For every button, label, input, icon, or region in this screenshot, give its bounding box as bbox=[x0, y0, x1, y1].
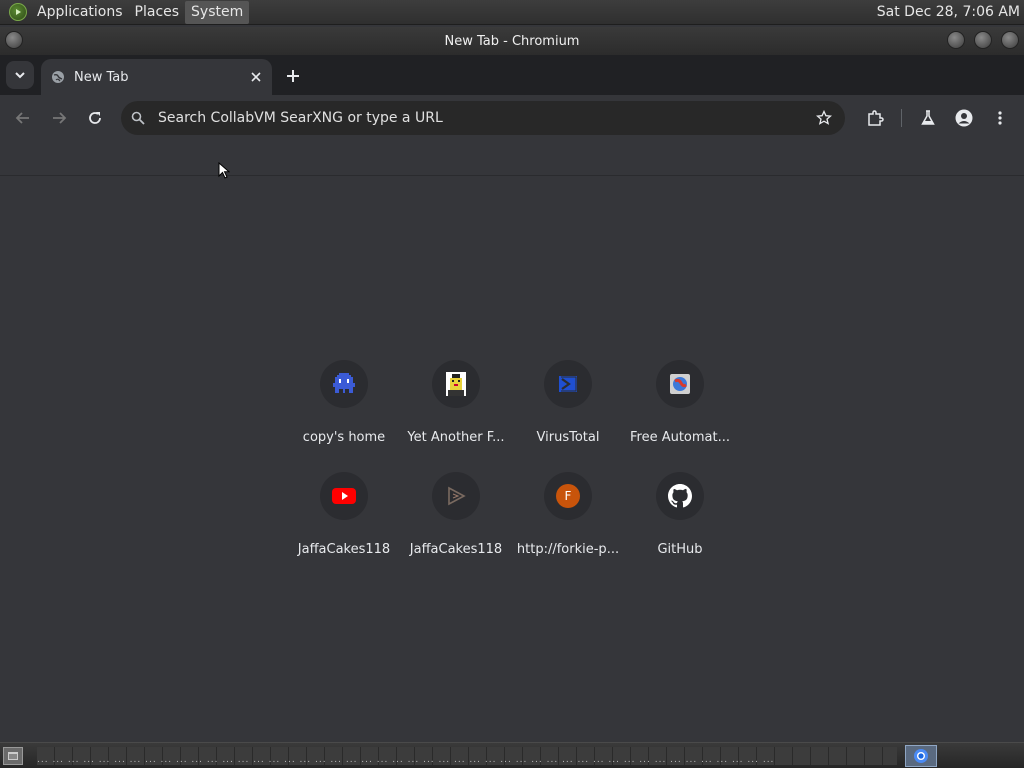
window-titlebar[interactable]: New Tab - Chromium bbox=[0, 27, 1024, 55]
panel-clock[interactable]: Sat Dec 28, 7:06 AM bbox=[877, 4, 1020, 20]
kebab-menu-icon bbox=[998, 111, 1002, 125]
search-icon bbox=[130, 110, 146, 126]
shortcut-label: GitHub bbox=[657, 542, 703, 557]
omnibox-placeholder: Search CollabVM SearXNG or type a URL bbox=[158, 110, 443, 126]
labs-button[interactable] bbox=[914, 104, 942, 132]
taskbar-chromium-button[interactable] bbox=[905, 744, 937, 767]
tab-strip: New Tab bbox=[0, 55, 1024, 95]
shortcut-label: JaffaCakes118 bbox=[409, 542, 503, 557]
shortcut-tile[interactable]: VirusTotal bbox=[512, 352, 624, 464]
tab-new-tab[interactable]: New Tab bbox=[41, 59, 272, 95]
minimize-icon[interactable] bbox=[947, 31, 965, 49]
mouse-cursor-icon bbox=[218, 162, 230, 179]
shortcut-tile[interactable]: JaffaCakes118 bbox=[288, 464, 400, 576]
pixel-monster-icon bbox=[320, 360, 368, 408]
close-tab-icon[interactable] bbox=[247, 68, 265, 86]
shortcut-tile[interactable]: Free Automat... bbox=[624, 352, 736, 464]
bookmark-star-icon[interactable] bbox=[814, 108, 834, 128]
tab-title: New Tab bbox=[74, 69, 129, 85]
puzzle-icon bbox=[868, 110, 884, 126]
maximize-icon[interactable] bbox=[974, 31, 992, 49]
pixel-character-icon bbox=[432, 360, 480, 408]
flask-icon bbox=[921, 110, 935, 125]
plus-icon bbox=[287, 70, 299, 82]
places-menu[interactable]: Places bbox=[129, 1, 186, 24]
shortcut-label: http://forkie-p... bbox=[516, 542, 620, 557]
youtube-icon bbox=[320, 472, 368, 520]
globe-favicon-icon bbox=[656, 360, 704, 408]
new-tab-button[interactable] bbox=[282, 65, 304, 87]
window-menu-icon[interactable] bbox=[5, 31, 23, 49]
arrow-left-icon bbox=[15, 112, 29, 124]
shortcut-label: VirusTotal bbox=[536, 430, 600, 445]
shortcut-label: copy's home bbox=[302, 430, 386, 445]
workspace-switcher[interactable]: ... ... ... ... ... ... ... ... ... ... … bbox=[37, 746, 897, 765]
back-button[interactable] bbox=[9, 104, 37, 132]
applications-menu[interactable]: Applications bbox=[31, 1, 129, 24]
chevron-down-icon bbox=[15, 72, 25, 79]
window-title: New Tab - Chromium bbox=[444, 33, 580, 49]
play-triangle-icon bbox=[432, 472, 480, 520]
letter-avatar: F bbox=[556, 484, 580, 508]
shortcut-tile[interactable]: GitHub bbox=[624, 464, 736, 576]
github-icon bbox=[656, 472, 704, 520]
mint-logo-icon[interactable] bbox=[9, 3, 27, 21]
shortcut-tile[interactable]: copy's home bbox=[288, 352, 400, 464]
profile-button[interactable] bbox=[950, 104, 978, 132]
toolbar-spacer bbox=[0, 141, 1024, 176]
menu-button[interactable] bbox=[986, 104, 1014, 132]
shortcut-tile[interactable]: JaffaCakes118 bbox=[400, 464, 512, 576]
shortcut-label: Free Automat... bbox=[629, 430, 731, 445]
globe-icon bbox=[50, 69, 66, 85]
arrow-right-icon bbox=[53, 112, 67, 124]
toolbar-separator bbox=[901, 109, 902, 127]
reload-icon bbox=[89, 112, 101, 124]
account-icon bbox=[955, 109, 973, 127]
desktop-taskbar: ... ... ... ... ... ... ... ... ... ... … bbox=[0, 742, 1024, 768]
tab-search-button[interactable] bbox=[6, 61, 34, 89]
system-menu[interactable]: System bbox=[185, 0, 250, 24]
omnibox[interactable]: Search CollabVM SearXNG or type a URL bbox=[121, 101, 845, 135]
shortcut-label: Yet Another F... bbox=[407, 430, 505, 445]
chromium-icon bbox=[914, 748, 928, 763]
desktop-top-panel: Applications Places System Sat Dec 28, 7… bbox=[0, 0, 1024, 25]
new-tab-page: copy's home Yet Another F... VirusTotal bbox=[0, 176, 1024, 742]
forward-button[interactable] bbox=[45, 104, 73, 132]
extensions-button[interactable] bbox=[861, 104, 889, 132]
shortcut-tile[interactable]: Yet Another F... bbox=[400, 352, 512, 464]
virustotal-icon bbox=[544, 360, 592, 408]
close-window-icon[interactable] bbox=[1001, 31, 1019, 49]
show-desktop-icon[interactable] bbox=[3, 746, 23, 765]
shortcut-tile[interactable]: F http://forkie-p... bbox=[512, 464, 624, 576]
browser-toolbar: Search CollabVM SearXNG or type a URL bbox=[0, 95, 1024, 141]
letter-avatar-icon: F bbox=[544, 472, 592, 520]
reload-button[interactable] bbox=[81, 104, 109, 132]
shortcut-label: JaffaCakes118 bbox=[297, 542, 391, 557]
